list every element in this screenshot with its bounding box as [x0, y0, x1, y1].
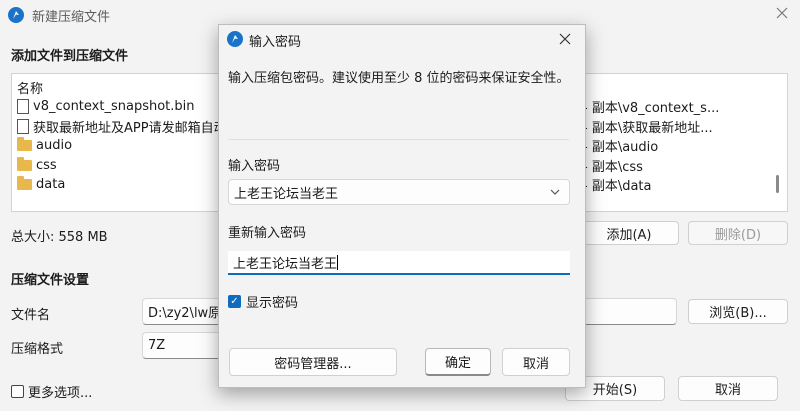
total-size: 总大小: 558 MB: [11, 230, 108, 245]
add-button[interactable]: 添加(A): [579, 221, 679, 245]
file-name: audio: [36, 137, 73, 153]
dialog-cancel-button[interactable]: 取消: [502, 348, 570, 376]
close-icon[interactable]: [772, 3, 792, 23]
list-item[interactable]: 获取最新地址及APP请发邮箱自动: [17, 116, 227, 136]
scrollbar-thumb[interactable]: [776, 175, 779, 193]
list-item[interactable]: css: [17, 155, 57, 175]
folder-icon: [17, 175, 32, 190]
close-icon[interactable]: [555, 29, 575, 49]
password-dialog: 输入密码 输入压缩包密码。建议使用至少 8 位的密码来保证安全性。 输入密码 上…: [218, 24, 586, 388]
folder-icon: [17, 156, 32, 171]
list-item[interactable]: data: [17, 174, 65, 194]
list-item[interactable]: audio: [17, 135, 72, 155]
more-options-label: 更多选项...: [28, 386, 93, 401]
file-name: 获取最新地址及APP请发邮箱自动: [33, 120, 227, 136]
ok-button[interactable]: 确定: [425, 348, 491, 376]
reenter-value: 上老王论坛当老王: [233, 256, 338, 272]
chevron-down-icon[interactable]: [549, 186, 561, 202]
remove-button[interactable]: 删除(D): [688, 221, 788, 245]
more-options-checkbox[interactable]: [11, 385, 24, 398]
reenter-field[interactable]: 上老王论坛当老王: [228, 251, 570, 275]
format-label: 压缩格式: [11, 342, 64, 357]
more-options[interactable]: 更多选项...: [11, 382, 92, 401]
separator: [228, 139, 569, 140]
list-header-name[interactable]: 名称: [17, 78, 43, 97]
dialog-instruction: 输入压缩包密码。建议使用至少 8 位的密码来保证安全性。: [228, 71, 570, 86]
section-settings-title: 压缩文件设置: [11, 273, 90, 288]
filename-label: 文件名: [11, 308, 51, 323]
password-value: 上老王论坛当老王: [234, 186, 339, 202]
show-password[interactable]: ✓ 显示密码: [228, 292, 298, 311]
list-item-path[interactable]: - 副本\v8_context_s...: [583, 96, 719, 116]
file-name: data: [36, 176, 66, 192]
dialog-title-bar: 输入密码: [219, 25, 585, 53]
list-item[interactable]: v8_context_snapshot.bin: [17, 96, 195, 116]
password-combobox[interactable]: 上老王论坛当老王: [228, 179, 570, 205]
file-name: v8_context_snapshot.bin: [33, 98, 195, 114]
cancel-button[interactable]: 取消: [678, 376, 778, 401]
reenter-label: 重新输入密码: [228, 226, 307, 241]
doc-icon: [17, 118, 29, 134]
app-icon: [227, 31, 243, 47]
file-name: css: [36, 157, 57, 173]
show-password-label: 显示密码: [246, 296, 299, 311]
list-item-path[interactable]: - 副本\css: [583, 155, 643, 175]
password-label: 输入密码: [228, 159, 281, 174]
app-icon: [8, 7, 24, 23]
list-item-path[interactable]: - 副本\data: [583, 174, 652, 194]
section-add-title: 添加文件到压缩文件: [11, 49, 129, 64]
show-password-checkbox[interactable]: ✓: [228, 295, 241, 308]
password-manager-button[interactable]: 密码管理器...: [229, 348, 397, 376]
dialog-title: 输入密码: [249, 35, 302, 50]
list-item-path[interactable]: - 副本\获取最新地址...: [583, 116, 713, 136]
window-title: 新建压缩文件: [32, 10, 111, 25]
file-icon: [17, 98, 29, 114]
folder-icon: [17, 136, 32, 151]
browse-button[interactable]: 浏览(B)...: [688, 299, 788, 324]
text-cursor: [337, 254, 339, 270]
list-item-path[interactable]: - 副本\audio: [583, 135, 658, 155]
